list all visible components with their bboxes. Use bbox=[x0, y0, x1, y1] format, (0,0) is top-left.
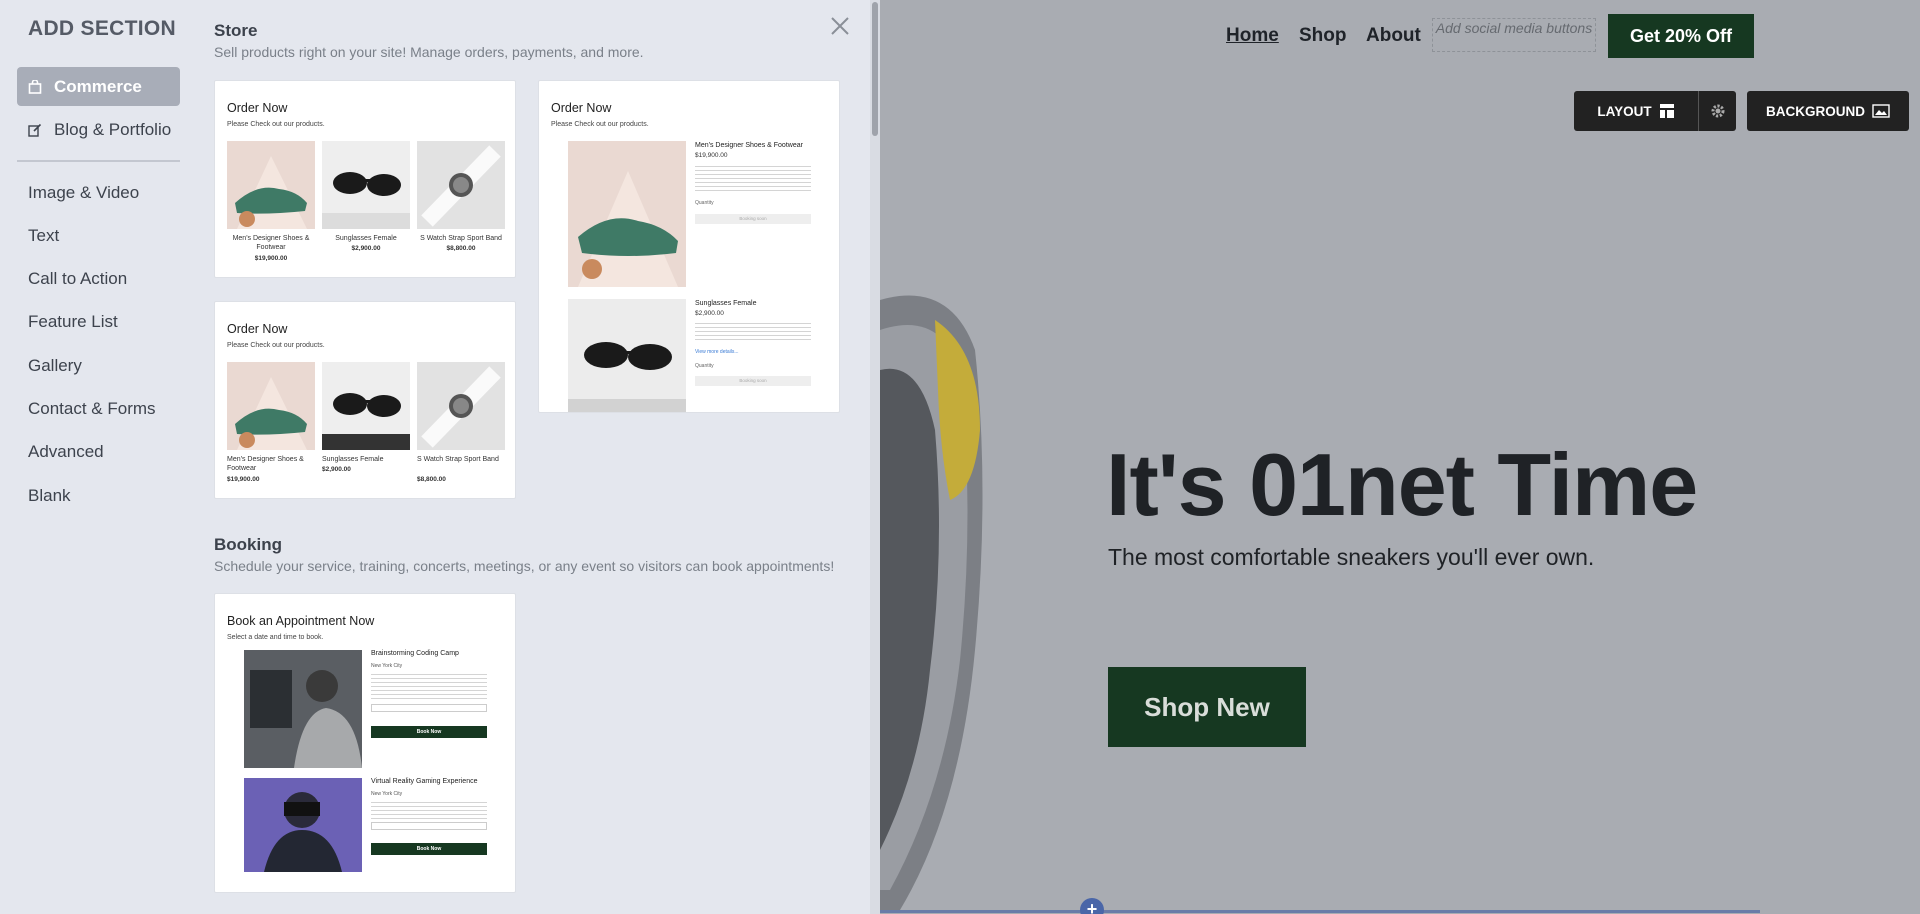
card-subtitle: Please Check out our products. bbox=[227, 342, 325, 349]
nav-item-advanced[interactable]: Advanced bbox=[28, 442, 104, 462]
layout-icon bbox=[1659, 104, 1674, 118]
watch-image bbox=[417, 362, 505, 450]
description-lines bbox=[695, 320, 811, 342]
product-price: $19,900.00 bbox=[254, 255, 288, 262]
card-title: Order Now bbox=[227, 101, 288, 115]
sunglasses-image bbox=[322, 141, 410, 229]
nav-item-blog-portfolio[interactable]: Blog & Portfolio bbox=[17, 110, 180, 149]
nav-label-commerce: Commerce bbox=[54, 76, 142, 96]
background-label: BACKGROUND bbox=[1766, 103, 1865, 119]
hero-subheadline: The most comfortable sneakers you'll eve… bbox=[1108, 544, 1595, 570]
event-location: New York City bbox=[371, 663, 403, 669]
quantity-label: Quantity bbox=[695, 200, 714, 206]
shoe-image bbox=[227, 141, 315, 229]
date-field[interactable] bbox=[371, 704, 487, 712]
nav-item-image-video[interactable]: Image & Video bbox=[28, 183, 139, 203]
product-name: Sunglasses Female bbox=[322, 456, 384, 463]
nav-divider bbox=[17, 160, 180, 162]
shoe-image bbox=[568, 141, 686, 287]
booking-section-title: Booking bbox=[214, 535, 282, 554]
nav-link-shop[interactable]: Shop bbox=[1299, 25, 1347, 47]
watch-image bbox=[417, 141, 505, 229]
close-icon[interactable] bbox=[826, 12, 854, 40]
view-more-link[interactable]: View more details... bbox=[695, 349, 739, 355]
product-name: Men's Designer Shoes & Footwear bbox=[227, 456, 304, 472]
gear-icon bbox=[1711, 104, 1724, 118]
shoe-image bbox=[227, 362, 315, 450]
card-title: Book an Appointment Now bbox=[227, 614, 375, 628]
sunglasses-image bbox=[568, 299, 686, 412]
product-name: S Watch Strap Sport Band bbox=[420, 235, 502, 242]
store-section-description: Sell products right on your site! Manage… bbox=[214, 44, 644, 60]
promo-button[interactable]: Get 20% Off bbox=[1608, 14, 1754, 58]
nav-item-contact-forms[interactable]: Contact & Forms bbox=[28, 399, 156, 419]
settings-button[interactable] bbox=[1699, 91, 1736, 131]
edit-icon bbox=[28, 123, 42, 137]
add-section-panel: ADD SECTION Commerce Blog & Portfolio Im… bbox=[0, 0, 880, 914]
product-name: S Watch Strap Sport Band bbox=[417, 456, 499, 463]
description-lines bbox=[371, 799, 487, 819]
detail-product-price: $2,900.00 bbox=[695, 310, 724, 317]
store-template-detail-list[interactable]: Order Now Please Check out our products.… bbox=[538, 80, 840, 413]
event-name: Brainstorming Coding Camp bbox=[371, 650, 459, 657]
book-now-button[interactable]: Book Now bbox=[371, 726, 487, 738]
social-media-placeholder[interactable]: Add social media buttons bbox=[1432, 18, 1596, 52]
nav-link-about[interactable]: About bbox=[1366, 25, 1421, 47]
nav-item-text[interactable]: Text bbox=[28, 226, 59, 246]
detail-product-name: Sunglasses Female bbox=[695, 300, 757, 307]
nav-item-blank[interactable]: Blank bbox=[28, 486, 71, 506]
detail-product-price: $19,900.00 bbox=[695, 152, 728, 159]
shopping-bag-icon bbox=[28, 79, 42, 94]
product-price: $8,800.00 bbox=[446, 245, 476, 252]
product-name: Men's Designer Shoes & Footwear bbox=[232, 235, 310, 251]
layout-button[interactable]: LAYOUT bbox=[1574, 91, 1698, 131]
section-category-nav: ADD SECTION Commerce Blog & Portfolio Im… bbox=[0, 0, 198, 914]
card-subtitle: Please Check out our products. bbox=[551, 121, 649, 128]
vr-gaming-image bbox=[244, 778, 362, 872]
product-price: $2,900.00 bbox=[351, 245, 381, 252]
nav-item-gallery[interactable]: Gallery bbox=[28, 356, 82, 376]
detail-product-name: Men's Designer Shoes & Footwear bbox=[695, 142, 803, 149]
image-icon bbox=[1872, 104, 1890, 118]
nav-item-commerce[interactable]: Commerce bbox=[17, 67, 180, 106]
date-field[interactable] bbox=[371, 822, 487, 830]
layout-toolbar: LAYOUT bbox=[1574, 91, 1736, 131]
event-name: Virtual Reality Gaming Experience bbox=[371, 778, 478, 785]
booking-template[interactable]: Book an Appointment Now Select a date an… bbox=[214, 593, 516, 893]
product-price: $19,900.00 bbox=[227, 476, 260, 483]
nav-item-feature-list[interactable]: Feature List bbox=[28, 312, 118, 332]
nav-item-call-to-action[interactable]: Call to Action bbox=[28, 269, 127, 289]
product-price: $8,800.00 bbox=[417, 476, 446, 483]
panel-title: ADD SECTION bbox=[28, 17, 176, 40]
store-section-title: Store bbox=[214, 21, 258, 40]
booking-soon-button[interactable]: Booking soon bbox=[695, 214, 811, 224]
book-now-button[interactable]: Book Now bbox=[371, 843, 487, 855]
booking-section-description: Schedule your service, training, concert… bbox=[214, 558, 835, 574]
booking-soon-button[interactable]: Booking soon bbox=[695, 376, 811, 386]
store-template-grid-bordered[interactable]: Order Now Please Check out our products.… bbox=[214, 301, 516, 499]
store-template-grid[interactable]: Order Now Please Check out our products.… bbox=[214, 80, 516, 278]
sneaker-image bbox=[880, 295, 983, 910]
card-subtitle: Select a date and time to book. bbox=[227, 634, 324, 641]
shop-new-button[interactable]: Shop New bbox=[1108, 667, 1306, 747]
product-price: $2,900.00 bbox=[322, 466, 351, 473]
card-subtitle: Please Check out our products. bbox=[227, 121, 325, 128]
card-title: Order Now bbox=[227, 322, 288, 336]
hero-headline: It's 01net Time bbox=[1106, 435, 1698, 534]
quantity-label: Quantity bbox=[695, 363, 714, 369]
coding-camp-image bbox=[244, 650, 362, 768]
description-lines bbox=[695, 163, 811, 193]
description-lines bbox=[371, 671, 487, 701]
nav-label-blog-portfolio: Blog & Portfolio bbox=[54, 119, 172, 139]
product-name: Sunglasses Female bbox=[335, 235, 397, 242]
background-button[interactable]: BACKGROUND bbox=[1747, 91, 1909, 131]
panel-scrollbar[interactable] bbox=[870, 0, 880, 914]
section-boundary-line bbox=[880, 910, 1760, 913]
card-title: Order Now bbox=[551, 101, 612, 115]
sunglasses-image bbox=[322, 362, 410, 450]
event-location: New York City bbox=[371, 791, 403, 797]
nav-link-home[interactable]: Home bbox=[1226, 25, 1279, 47]
layout-label: LAYOUT bbox=[1597, 103, 1652, 119]
scrollbar-thumb[interactable] bbox=[872, 2, 878, 136]
